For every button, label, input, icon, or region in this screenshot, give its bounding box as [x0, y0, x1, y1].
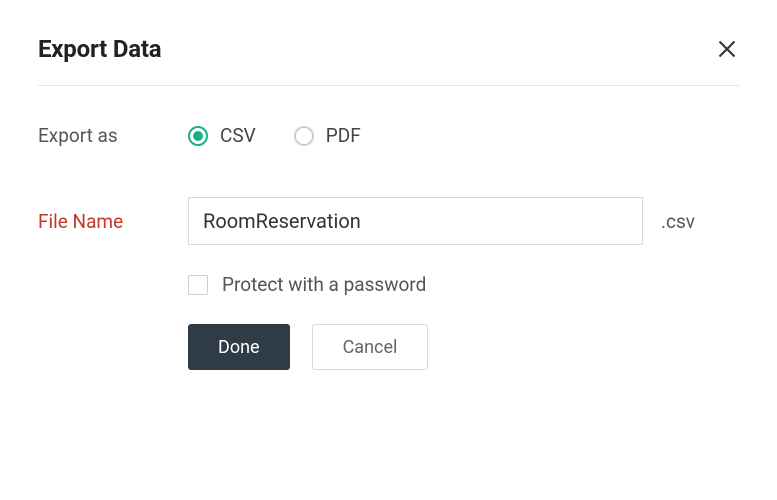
buttons-row: Done Cancel [38, 324, 739, 370]
radio-csv-label: CSV [220, 124, 256, 147]
file-extension: .csv [661, 210, 695, 233]
file-name-label: File Name [38, 210, 188, 233]
protect-checkbox[interactable] [188, 275, 208, 295]
export-as-row: Export as CSV PDF [38, 124, 739, 147]
radio-pdf-label: PDF [326, 124, 361, 147]
file-name-field: .csv [188, 197, 695, 245]
dialog-title: Export Data [38, 35, 161, 63]
file-name-input[interactable] [188, 197, 643, 245]
export-as-options: CSV PDF [188, 124, 361, 147]
close-icon [718, 40, 736, 58]
dialog-buttons: Done Cancel [188, 324, 428, 370]
radio-pdf[interactable]: PDF [294, 124, 361, 147]
file-name-row: File Name .csv [38, 197, 739, 245]
done-button[interactable]: Done [188, 324, 290, 370]
protect-row: Protect with a password [38, 273, 739, 296]
radio-csv[interactable]: CSV [188, 124, 256, 147]
close-button[interactable] [715, 37, 739, 61]
radio-pdf-indicator [294, 126, 314, 146]
cancel-button[interactable]: Cancel [312, 324, 429, 370]
dialog-header: Export Data [38, 35, 739, 86]
radio-csv-indicator [188, 126, 208, 146]
protect-field: Protect with a password [188, 273, 426, 296]
export-as-label: Export as [38, 124, 188, 147]
protect-label: Protect with a password [222, 273, 426, 296]
